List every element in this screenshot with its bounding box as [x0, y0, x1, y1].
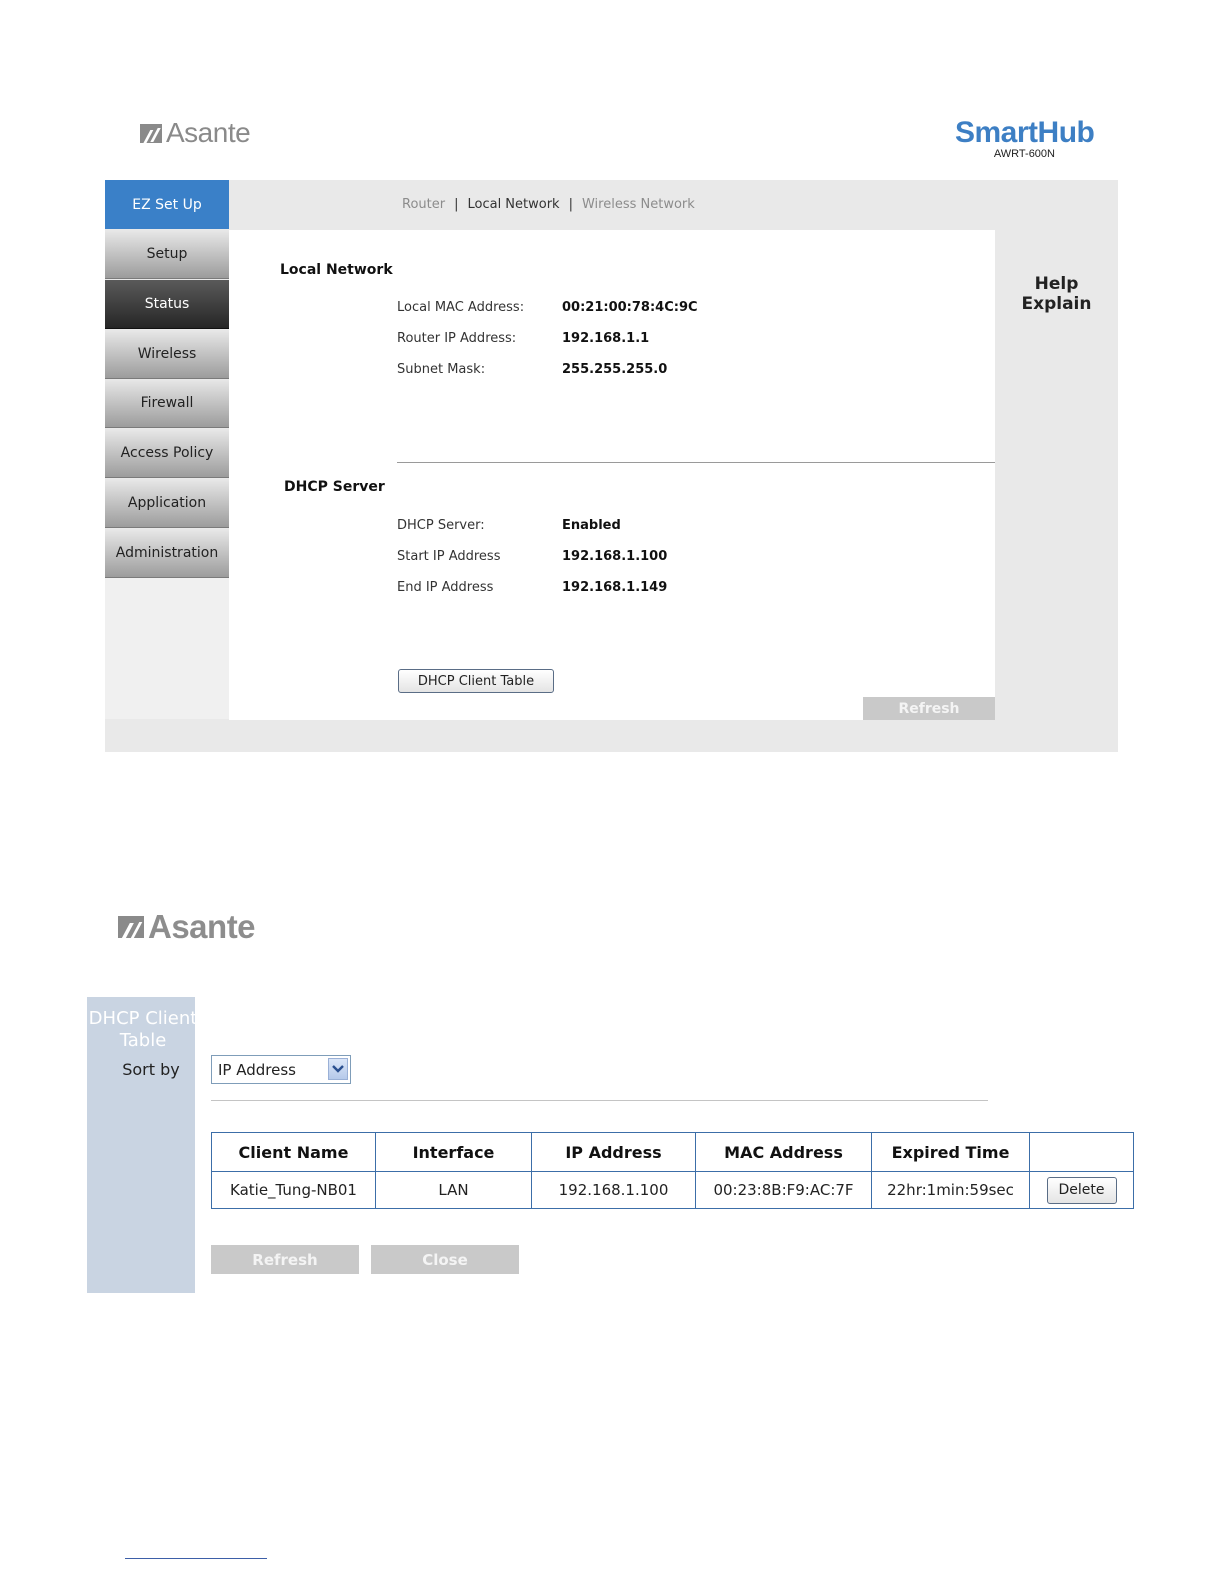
- subnav-local-network[interactable]: Local Network: [467, 197, 559, 212]
- asante-logo-text: Asante: [148, 908, 256, 945]
- start-ip-value: 192.168.1.100: [562, 549, 668, 564]
- sidebar-item-setup[interactable]: Setup: [105, 230, 229, 279]
- dhcp-server-value: Enabled: [562, 518, 621, 533]
- table-divider: [211, 1100, 988, 1101]
- table-row: Katie_Tung-NB01 LAN 192.168.1.100 00:23:…: [211, 1171, 1134, 1209]
- sort-by-select[interactable]: IP Address: [211, 1055, 351, 1084]
- subnav-wireless-network[interactable]: Wireless Network: [582, 197, 695, 212]
- cell-expired-time: 22hr:1min:59sec: [871, 1171, 1030, 1209]
- end-ip-label: End IP Address: [397, 580, 494, 595]
- local-mac-label: Local MAC Address:: [397, 300, 525, 315]
- column-mac-address: MAC Address: [695, 1132, 872, 1172]
- table-header-row: Client Name Interface IP Address MAC Add…: [211, 1132, 1134, 1172]
- subnav-separator: |: [454, 197, 459, 212]
- column-expired-time: Expired Time: [871, 1132, 1030, 1172]
- sidebar-item-administration[interactable]: Administration: [105, 529, 229, 578]
- asante-logo: Asante: [140, 116, 251, 150]
- sidebar-filler: [105, 578, 229, 719]
- router-panel: EZ Set Up Setup Status Wireless Firewall…: [105, 180, 1118, 752]
- subnav: Router | Local Network | Wireless Networ…: [402, 197, 695, 212]
- footnote-rule: [125, 1558, 267, 1559]
- local-mac-value: 00:21:00:78:4C:9C: [562, 300, 698, 315]
- help-panel: Help Explain: [995, 230, 1118, 720]
- cell-mac-address: 00:23:8B:F9:AC:7F: [695, 1171, 872, 1209]
- cell-ip-address: 192.168.1.100: [531, 1171, 696, 1209]
- cell-action: Delete: [1029, 1171, 1134, 1209]
- smarthub-logo: SmartHub AWRT-600N: [955, 116, 1095, 161]
- sidebar-item-firewall[interactable]: Firewall: [105, 379, 229, 428]
- sidebar-item-ez-setup[interactable]: EZ Set Up: [105, 180, 229, 229]
- chevron-down-icon[interactable]: [328, 1058, 348, 1080]
- subnet-mask-value: 255.255.255.0: [562, 362, 668, 377]
- subnav-separator: |: [568, 197, 573, 212]
- asante-mark-icon: [140, 123, 162, 143]
- content-area: Local Network Local MAC Address: 00:21:0…: [229, 230, 995, 720]
- start-ip-label: Start IP Address: [397, 549, 501, 564]
- asante-logo-text: Asante: [166, 117, 251, 148]
- column-client-name: Client Name: [211, 1132, 376, 1172]
- section-divider: [397, 462, 995, 463]
- dhcp-server-label: DHCP Server:: [397, 518, 485, 533]
- client-table-title: DHCP Client Table: [88, 1008, 198, 1051]
- column-action: [1029, 1132, 1134, 1172]
- router-ip-value: 192.168.1.1: [562, 331, 650, 346]
- asante-mark-icon: [118, 916, 144, 938]
- column-ip-address: IP Address: [531, 1132, 696, 1172]
- sidebar-item-application[interactable]: Application: [105, 479, 229, 528]
- client-table-refresh-button[interactable]: Refresh: [211, 1245, 359, 1274]
- sort-by-value: IP Address: [218, 1060, 296, 1079]
- dhcp-server-title: DHCP Server: [284, 479, 385, 495]
- cell-client-name: Katie_Tung-NB01: [211, 1171, 376, 1209]
- router-ip-label: Router IP Address:: [397, 331, 517, 346]
- sidebar-item-access-policy[interactable]: Access Policy: [105, 429, 229, 478]
- help-title: Help: [1034, 274, 1079, 294]
- dhcp-client-table-button[interactable]: DHCP Client Table: [398, 669, 554, 693]
- client-table-close-button[interactable]: Close: [371, 1245, 519, 1274]
- local-network-title: Local Network: [280, 262, 393, 278]
- sidebar-item-wireless[interactable]: Wireless: [105, 330, 229, 379]
- column-interface: Interface: [375, 1132, 532, 1172]
- smarthub-model: AWRT-600N: [993, 148, 1055, 160]
- cell-interface: LAN: [375, 1171, 532, 1209]
- refresh-button[interactable]: Refresh: [863, 697, 995, 720]
- end-ip-value: 192.168.1.149: [562, 580, 668, 595]
- sidebar-item-status[interactable]: Status: [105, 280, 229, 329]
- subnav-router[interactable]: Router: [402, 197, 445, 212]
- smarthub-title: SmartHub: [955, 116, 1095, 149]
- asante-logo-bottom: Asante: [118, 906, 256, 948]
- dhcp-client-table: Client Name Interface IP Address MAC Add…: [211, 1132, 1134, 1209]
- delete-button[interactable]: Delete: [1046, 1176, 1117, 1204]
- help-explain: Explain: [1021, 294, 1092, 314]
- sort-by-label: Sort by: [122, 1060, 180, 1079]
- subnet-mask-label: Subnet Mask:: [397, 362, 486, 377]
